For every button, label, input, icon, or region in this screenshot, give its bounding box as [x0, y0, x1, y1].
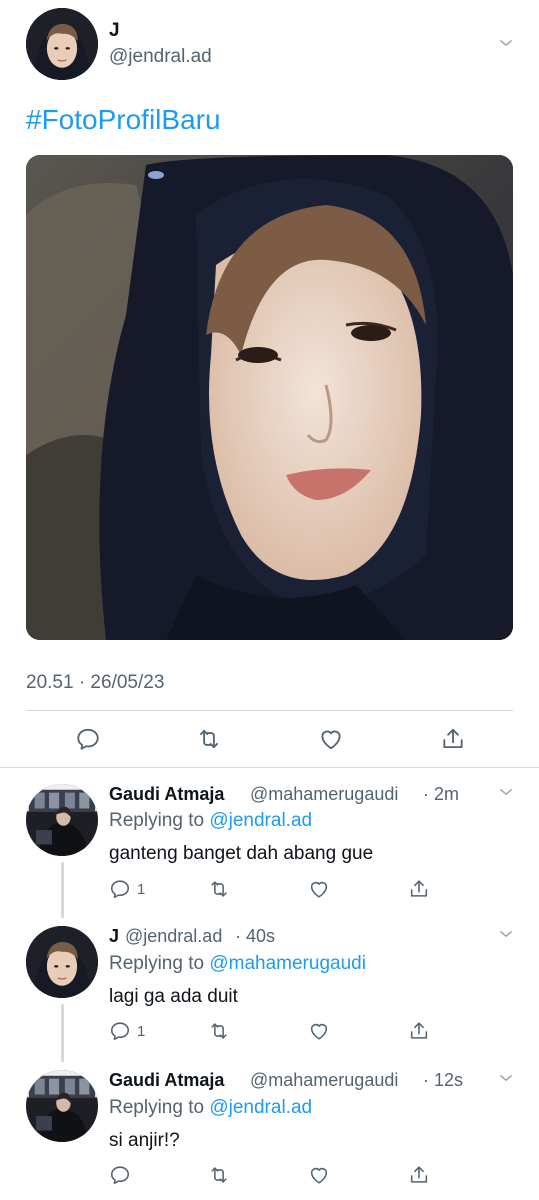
replying-to-label: Replying to — [109, 953, 205, 974]
replying-to: Replying to @jendral.ad — [109, 1097, 312, 1119]
reply-button[interactable]: 1 — [109, 1020, 145, 1042]
heart-icon — [308, 1020, 330, 1042]
replying-to-handle[interactable]: @jendral.ad — [209, 1097, 312, 1118]
divider — [26, 710, 513, 711]
photo-image — [26, 155, 513, 640]
thread-line — [61, 862, 64, 918]
chevron-down-icon[interactable] — [497, 783, 515, 801]
retweet-icon — [208, 1164, 230, 1186]
reply-author-handle[interactable]: @mahamerugaudi — [250, 1070, 398, 1091]
reply-time[interactable]: · 40s — [235, 926, 275, 947]
avatar-image — [26, 8, 98, 80]
reply-text: ganteng banget dah abang gue — [109, 843, 374, 864]
reply-button[interactable] — [73, 724, 103, 754]
reply-avatar[interactable] — [26, 784, 98, 856]
tweet-timestamp[interactable]: 20.51 · 26/05/23 — [26, 672, 164, 694]
reply-text: lagi ga ada duit — [109, 986, 238, 1007]
reply-icon — [109, 878, 131, 900]
reply-count: 1 — [137, 880, 146, 898]
reply-text: si anjir!? — [109, 1130, 180, 1151]
replying-to-label: Replying to — [109, 1097, 205, 1118]
reply-icon — [109, 1164, 131, 1186]
tweet-photo[interactable] — [26, 155, 513, 640]
reply-avatar[interactable] — [26, 926, 98, 998]
retweet-button[interactable] — [208, 878, 230, 900]
retweet-icon — [208, 1020, 230, 1042]
tweet-hashtag[interactable]: #FotoProfilBaru — [26, 104, 221, 136]
retweet-button[interactable] — [208, 1164, 230, 1186]
heart-icon — [308, 878, 330, 900]
reply-button[interactable] — [109, 1164, 137, 1186]
reply-author-handle[interactable]: @mahamerugaudi — [250, 784, 398, 805]
avatar-image — [26, 926, 98, 998]
share-icon — [408, 1020, 430, 1042]
reply-time[interactable]: · 12s — [423, 1070, 463, 1091]
heart-icon — [318, 726, 344, 752]
reply-author-name[interactable]: Gaudi Atmaja — [109, 784, 224, 805]
avatar-image — [26, 1070, 98, 1142]
reply-time[interactable]: · 2m — [423, 784, 459, 805]
chevron-down-icon[interactable] — [497, 34, 515, 52]
reply-icon — [109, 1020, 131, 1042]
share-icon — [408, 878, 430, 900]
share-button[interactable] — [408, 878, 430, 900]
like-button[interactable] — [308, 1020, 330, 1042]
replying-to-handle[interactable]: @mahamerugaudi — [209, 953, 366, 974]
chevron-down-icon[interactable] — [497, 925, 515, 943]
reply-author-handle[interactable]: @jendral.ad — [125, 926, 222, 947]
share-icon — [440, 726, 466, 752]
share-button[interactable] — [438, 724, 468, 754]
reply-count: 1 — [137, 1022, 146, 1040]
retweet-icon — [196, 726, 222, 752]
like-button[interactable] — [316, 724, 346, 754]
replying-to-label: Replying to — [109, 810, 205, 831]
reply-icon — [75, 726, 101, 752]
retweet-icon — [208, 878, 230, 900]
reply-author-name[interactable]: J — [109, 926, 119, 947]
replying-to-handle[interactable]: @jendral.ad — [209, 810, 312, 831]
reply-button[interactable]: 1 — [109, 878, 145, 900]
share-button[interactable] — [408, 1020, 430, 1042]
divider — [0, 767, 539, 768]
author-name[interactable]: J — [109, 20, 120, 42]
like-button[interactable] — [308, 878, 330, 900]
avatar-image — [26, 784, 98, 856]
share-button[interactable] — [408, 1164, 430, 1186]
author-avatar[interactable] — [26, 8, 98, 80]
reply-avatar[interactable] — [26, 1070, 98, 1142]
author-handle[interactable]: @jendral.ad — [109, 46, 212, 68]
heart-icon — [308, 1164, 330, 1186]
reply-author-name[interactable]: Gaudi Atmaja — [109, 1070, 224, 1091]
retweet-button[interactable] — [208, 1020, 230, 1042]
replying-to: Replying to @mahamerugaudi — [109, 953, 366, 975]
retweet-button[interactable] — [194, 724, 224, 754]
like-button[interactable] — [308, 1164, 330, 1186]
thread-line — [61, 1004, 64, 1062]
share-icon — [408, 1164, 430, 1186]
chevron-down-icon[interactable] — [497, 1069, 515, 1087]
replying-to: Replying to @jendral.ad — [109, 810, 312, 832]
